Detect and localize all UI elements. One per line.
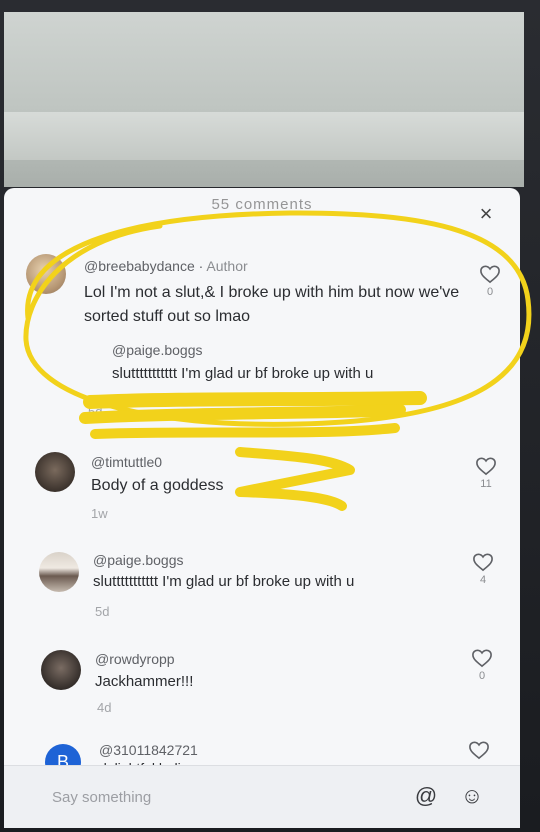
at-icon[interactable]: @ (412, 782, 440, 810)
comment-username[interactable]: @breebabydance · Author (84, 258, 248, 274)
avatar[interactable] (39, 552, 79, 592)
heart-icon (472, 649, 492, 668)
like-count: 4 (479, 574, 487, 586)
comment-username[interactable]: @rowdyropp (95, 651, 175, 667)
heart-icon (476, 457, 496, 476)
comment-text: Lol I'm not a slut,& I broke up with him… (84, 284, 460, 325)
username-text: @breebabydance (84, 258, 195, 274)
like-button[interactable]: 11 (474, 456, 498, 490)
comment-item: @breebabydance · Author Lol I'm not a sl… (4, 248, 520, 419)
comment-time: 4d (97, 700, 112, 715)
phone-screen: 55 comments × @breebabydance · Author Lo… (0, 0, 540, 832)
avatar[interactable] (26, 254, 66, 294)
separator-text: · (194, 258, 207, 274)
heart-icon (469, 741, 489, 760)
video-preview[interactable] (4, 12, 524, 187)
emoji-icon[interactable]: ☺ (458, 782, 486, 810)
comments-sheet: 55 comments × @breebabydance · Author Lo… (4, 188, 520, 828)
quoted-text: sluttttttttttt I'm glad ur bf broke up w… (112, 365, 374, 382)
video-band (4, 112, 524, 160)
comment-time: 5d (95, 604, 110, 619)
like-count: 11 (480, 478, 492, 490)
comment-text: Jackhammer!!! (95, 673, 194, 690)
heart-icon (480, 265, 500, 284)
comment-username[interactable]: @timtuttle0 (91, 454, 162, 470)
comment-count-title: 55 comments (211, 196, 313, 210)
like-count: 0 (486, 286, 494, 298)
avatar[interactable]: B (45, 744, 81, 766)
quoted-username[interactable]: @paige.boggs (112, 342, 452, 358)
comment-time: 5d (88, 404, 103, 419)
comment-item: @timtuttle0 Body of a goddess 1w 11 (4, 450, 520, 528)
comment-input-bar: @ ☺ (4, 765, 520, 828)
comment-item: @rowdyropp Jackhammer!!! 4d 0 (4, 648, 520, 726)
comment-item: B @31011842721 delightful ladies (4, 740, 520, 766)
like-button[interactable] (467, 740, 491, 760)
like-button[interactable]: 0 (470, 648, 494, 682)
close-icon[interactable]: × (474, 202, 498, 226)
like-count: 0 (478, 670, 486, 682)
avatar[interactable] (35, 452, 75, 492)
comment-username[interactable]: @paige.boggs (93, 552, 184, 568)
comment-text: sluttttttttttt I'm glad ur bf broke up w… (93, 573, 355, 590)
comment-input[interactable] (50, 788, 354, 807)
comment-text: Body of a goddess (91, 477, 224, 494)
reply-quote: @paige.boggs sluttttttttttt I'm glad ur … (112, 342, 452, 386)
heart-icon (473, 553, 493, 572)
comment-item: @paige.boggs sluttttttttttt I'm glad ur … (4, 548, 520, 626)
author-badge: Author (206, 258, 248, 274)
like-button[interactable]: 4 (471, 552, 495, 586)
like-button[interactable]: 0 (478, 264, 502, 298)
avatar[interactable] (41, 650, 81, 690)
comment-time: 1w (91, 506, 108, 521)
